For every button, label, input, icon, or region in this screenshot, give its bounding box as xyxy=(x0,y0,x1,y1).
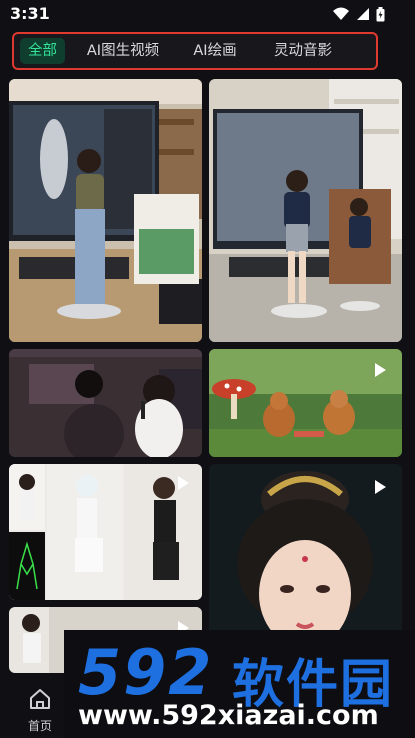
content-card-squirrels[interactable] xyxy=(209,349,402,457)
nav-home-label: 首页 xyxy=(28,719,53,733)
watermark-brand: 592 xyxy=(78,636,214,709)
tab-dynamic-audio-video[interactable]: 灵动音影 xyxy=(263,38,343,64)
play-icon xyxy=(375,363,386,377)
status-time: 3:31 xyxy=(10,4,50,23)
content-card-figurines-monitor[interactable] xyxy=(209,79,402,342)
content-card-figurine-desk[interactable] xyxy=(9,79,202,342)
wifi-icon xyxy=(333,7,349,20)
content-card-pose-collage[interactable] xyxy=(9,464,202,600)
watermark-url: www.592xiazai.com xyxy=(78,700,379,731)
signal-icon xyxy=(357,8,369,20)
tab-ai-image-to-video[interactable]: AI图生视频 xyxy=(77,38,169,64)
category-tab-bar: 全部 AI图生视频 AI绘画 灵动音影 xyxy=(12,32,378,70)
play-icon xyxy=(178,476,189,490)
status-icons xyxy=(332,6,385,22)
battery-icon xyxy=(376,6,385,21)
thumbnail-karaoke xyxy=(9,349,202,457)
play-icon xyxy=(375,480,386,494)
tab-ai-painting[interactable]: AI绘画 xyxy=(179,38,251,64)
status-bar: 3:31 xyxy=(0,0,415,28)
home-icon xyxy=(30,689,50,709)
content-card-karaoke[interactable] xyxy=(9,349,202,457)
tab-all[interactable]: 全部 xyxy=(20,38,65,64)
thumbnail-figurines-monitor xyxy=(209,79,402,342)
thumbnail-figurine-desk xyxy=(9,79,202,342)
